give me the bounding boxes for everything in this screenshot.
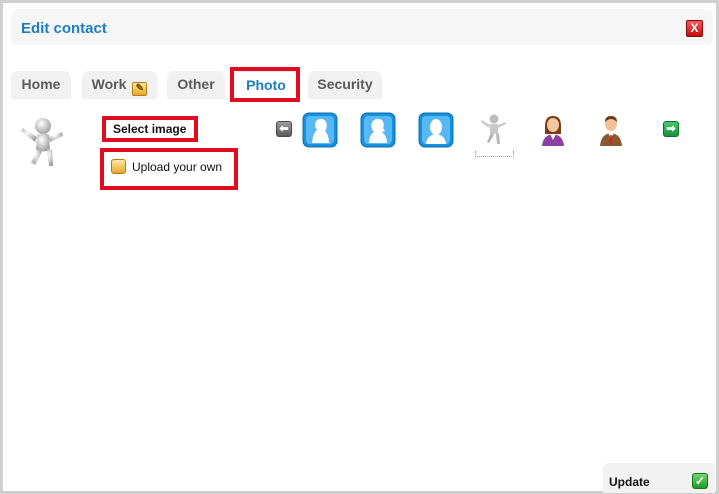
tab-security-label: Security	[317, 76, 373, 92]
edit-contact-dialog: Edit contact X Home Work ✎ Other Photo Se…	[0, 0, 719, 494]
tab-home-label: Home	[21, 76, 61, 92]
checkmark-icon: ✓	[692, 473, 708, 489]
tab-photo-label: Photo	[246, 77, 286, 93]
selected-avatar-indicator	[475, 151, 514, 157]
tab-work[interactable]: Work ✎	[82, 71, 157, 99]
update-label: Update	[609, 475, 650, 489]
arrow-right-icon[interactable]: ➡	[663, 121, 679, 137]
tab-other[interactable]: Other	[167, 71, 225, 99]
dialog-titlebar: Edit contact X	[11, 9, 713, 45]
jumping-figure-icon[interactable]	[475, 112, 511, 148]
select-image-label: Select image	[113, 122, 187, 136]
tab-security[interactable]: Security	[308, 71, 382, 99]
upload-icon	[111, 159, 126, 174]
arrow-left-icon[interactable]: ⬅	[276, 121, 292, 137]
calendar-edit-icon: ✎	[132, 82, 148, 96]
silhouette-profile-left-icon[interactable]	[302, 112, 338, 148]
tab-work-label: Work	[91, 76, 127, 92]
tab-other-label: Other	[177, 76, 215, 92]
tab-home[interactable]: Home	[11, 71, 71, 99]
upload-your-own-link[interactable]: Upload your own	[111, 159, 222, 177]
man-avatar-icon[interactable]	[593, 112, 629, 148]
silhouette-front-icon[interactable]	[418, 112, 454, 148]
dialog-title: Edit contact	[21, 20, 107, 37]
update-button[interactable]: Update ✓	[603, 463, 715, 493]
tab-photo[interactable]: Photo	[233, 71, 299, 99]
woman-avatar-icon[interactable]	[535, 112, 571, 148]
close-icon[interactable]: X	[686, 20, 703, 37]
jumping-figure-icon	[17, 116, 67, 174]
silhouette-profile-right-icon[interactable]	[360, 112, 396, 148]
upload-label: Upload your own	[132, 160, 223, 174]
